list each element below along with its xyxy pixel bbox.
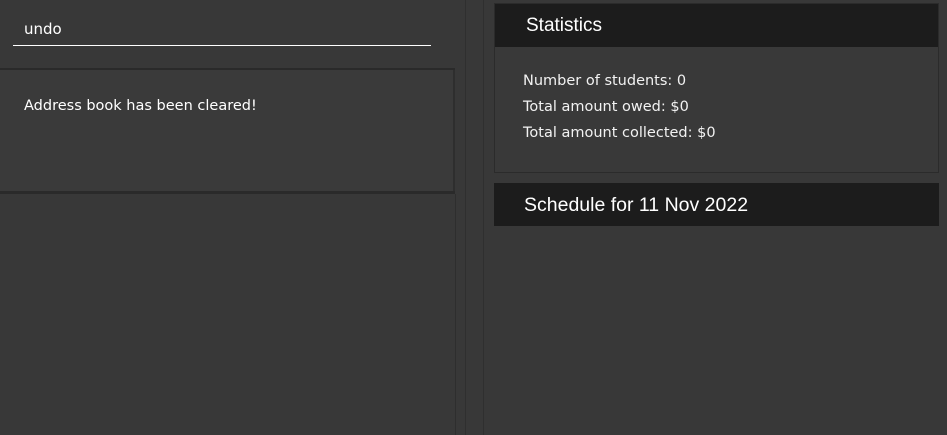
result-message: Address book has been cleared! <box>24 98 257 114</box>
command-box <box>0 0 455 68</box>
stat-number-of-students: Number of students: 0 <box>523 73 687 89</box>
split-divider-right[interactable] <box>483 0 484 435</box>
left-pane: Address book has been cleared! <box>0 0 455 435</box>
statistics-title: Statistics <box>526 15 603 36</box>
result-divider <box>0 191 455 194</box>
command-input[interactable] <box>13 12 431 46</box>
schedule-header: Schedule for 11 Nov 2022 <box>494 183 939 226</box>
stat-total-amount-collected: Total amount collected: $0 <box>523 125 716 141</box>
statistics-panel: Statistics Number of students: 0 Total a… <box>494 3 939 173</box>
split-divider-left[interactable] <box>465 0 466 435</box>
result-display: Address book has been cleared! <box>0 70 455 191</box>
schedule-title: Schedule for 11 Nov 2022 <box>524 194 749 216</box>
statistics-header: Statistics <box>495 4 938 47</box>
pane-divider[interactable] <box>455 194 456 435</box>
stat-total-amount-owed: Total amount owed: $0 <box>523 99 689 115</box>
